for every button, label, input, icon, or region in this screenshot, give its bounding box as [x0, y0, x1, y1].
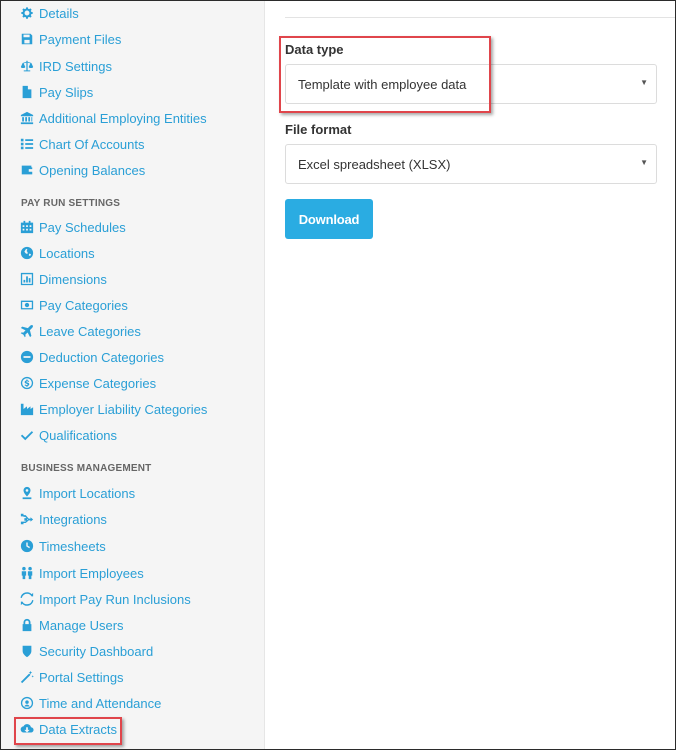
user-clock-icon: [19, 696, 35, 710]
sidebar-item-label: IRD Settings: [39, 58, 112, 74]
minus-circle-icon: [19, 350, 35, 364]
sidebar-item-label: Integrations: [39, 511, 107, 527]
sidebar-item-portal-settings[interactable]: Portal Settings: [19, 667, 124, 687]
bar-chart-icon: [19, 272, 35, 286]
sidebar-item-leave-categories[interactable]: Leave Categories: [19, 321, 141, 341]
sidebar-item-label: Pay Categories: [39, 297, 128, 313]
sidebar-item-label: Import Employees: [39, 565, 144, 581]
plane-icon: [19, 324, 35, 338]
sidebar-item-label: Qualifications: [39, 427, 118, 443]
magic-wand-icon: [19, 670, 35, 684]
highlight-box-data-extracts: [14, 717, 122, 745]
sidebar-item-integrations[interactable]: Integrations: [19, 509, 107, 529]
institution-icon: [19, 111, 35, 125]
check-icon: [19, 428, 35, 442]
sidebar-item-import-employees[interactable]: Import Employees: [19, 563, 144, 583]
sidebar-item-employer-liability-categories[interactable]: Employer Liability Categories: [19, 399, 207, 419]
sidebar-item-time-and-attendance[interactable]: Time and Attendance: [19, 693, 161, 713]
refresh-icon: [19, 592, 35, 606]
sidebar-item-timesheets[interactable]: Timesheets: [19, 536, 106, 556]
sidebar-item-label: Timesheets: [39, 538, 106, 554]
sidebar-item-label: Portal Settings: [39, 669, 124, 685]
sidebar-item-opening-balances[interactable]: Opening Balances: [19, 160, 145, 180]
section-heading-business-management: BUSINESS MANAGEMENT: [21, 463, 152, 474]
sidebar: Details Payment Files IRD Settings Pay S…: [1, 1, 265, 749]
calendar-icon: [19, 220, 35, 234]
sidebar-item-label: Additional Employing Entities: [39, 110, 207, 126]
divider: [285, 17, 675, 18]
sidebar-item-label: Import Locations: [39, 485, 136, 501]
sidebar-item-label: Import Pay Run Inclusions: [39, 591, 191, 607]
lock-icon: [19, 618, 35, 632]
sidebar-item-label: Pay Schedules: [39, 219, 126, 235]
sidebar-item-label: Locations: [39, 245, 95, 261]
gear-icon: [19, 6, 35, 20]
file-format-select[interactable]: Excel spreadsheet (XLSX) ▼: [285, 144, 657, 184]
sidebar-item-label: Expense Categories: [39, 375, 157, 391]
main-panel: Data type Template with employee data ▼ …: [265, 1, 675, 749]
sidebar-item-manage-users[interactable]: Manage Users: [19, 615, 124, 635]
scales-icon: [19, 59, 35, 73]
sidebar-item-label: Leave Categories: [39, 323, 141, 339]
sidebar-item-import-locations[interactable]: Import Locations: [19, 483, 135, 503]
sidebar-item-deduction-categories[interactable]: Deduction Categories: [19, 347, 164, 367]
sidebar-item-additional-employing-entities[interactable]: Additional Employing Entities: [19, 108, 207, 128]
download-button[interactable]: Download: [285, 199, 373, 239]
sidebar-item-label: Employer Liability Categories: [39, 401, 208, 417]
industry-icon: [19, 402, 35, 416]
sidebar-item-label: Pay Slips: [39, 84, 94, 100]
document-icon: [19, 85, 35, 99]
sidebar-item-label: Dimensions: [39, 271, 107, 287]
sidebar-item-payment-files[interactable]: Payment Files: [19, 29, 121, 49]
file-format-value: Excel spreadsheet (XLSX): [298, 156, 451, 172]
sidebar-item-ird-settings[interactable]: IRD Settings: [19, 56, 112, 76]
sidebar-item-pay-categories[interactable]: Pay Categories: [19, 295, 128, 315]
shield-icon: [19, 644, 35, 658]
users-icon: [19, 566, 35, 580]
sidebar-item-label: Payment Files: [39, 31, 122, 47]
chevron-down-icon: ▼: [640, 78, 648, 87]
integrations-icon: [19, 512, 35, 526]
sidebar-item-import-pay-run-inclusions[interactable]: Import Pay Run Inclusions: [19, 589, 191, 609]
sidebar-item-security-dashboard[interactable]: Security Dashboard: [19, 641, 153, 661]
sidebar-item-label: Deduction Categories: [39, 349, 165, 365]
sidebar-item-label: Chart Of Accounts: [39, 136, 145, 152]
file-format-label: File format: [285, 122, 352, 137]
list-icon: [19, 137, 35, 151]
sidebar-item-dimensions[interactable]: Dimensions: [19, 269, 107, 289]
globe-icon: [19, 246, 35, 260]
sidebar-item-label: Time and Attendance: [39, 695, 162, 711]
sidebar-item-expense-categories[interactable]: Expense Categories: [19, 373, 156, 393]
wallet-icon: [19, 163, 35, 177]
clock-icon: [19, 539, 35, 553]
sidebar-item-chart-of-accounts[interactable]: Chart Of Accounts: [19, 134, 145, 154]
sidebar-item-label: Opening Balances: [39, 162, 146, 178]
floppy-disk-icon: [19, 32, 35, 46]
sidebar-item-label: Manage Users: [39, 617, 124, 633]
dollar-circle-icon: [19, 376, 35, 390]
sidebar-item-label: Security Dashboard: [39, 643, 154, 659]
sidebar-item-qualifications[interactable]: Qualifications: [19, 425, 117, 445]
sidebar-item-pay-schedules[interactable]: Pay Schedules: [19, 217, 126, 237]
highlight-box-data-type: [279, 36, 491, 113]
sidebar-item-label: Details: [39, 5, 79, 21]
money-icon: [19, 298, 35, 312]
window-frame: Details Payment Files IRD Settings Pay S…: [0, 0, 676, 750]
section-heading-pay-run-settings: PAY RUN SETTINGS: [21, 198, 121, 209]
map-pin-icon: [19, 486, 35, 500]
chevron-down-icon: ▼: [640, 158, 648, 167]
sidebar-item-details[interactable]: Details: [19, 3, 79, 23]
sidebar-item-pay-slips[interactable]: Pay Slips: [19, 82, 93, 102]
sidebar-item-locations[interactable]: Locations: [19, 243, 95, 263]
